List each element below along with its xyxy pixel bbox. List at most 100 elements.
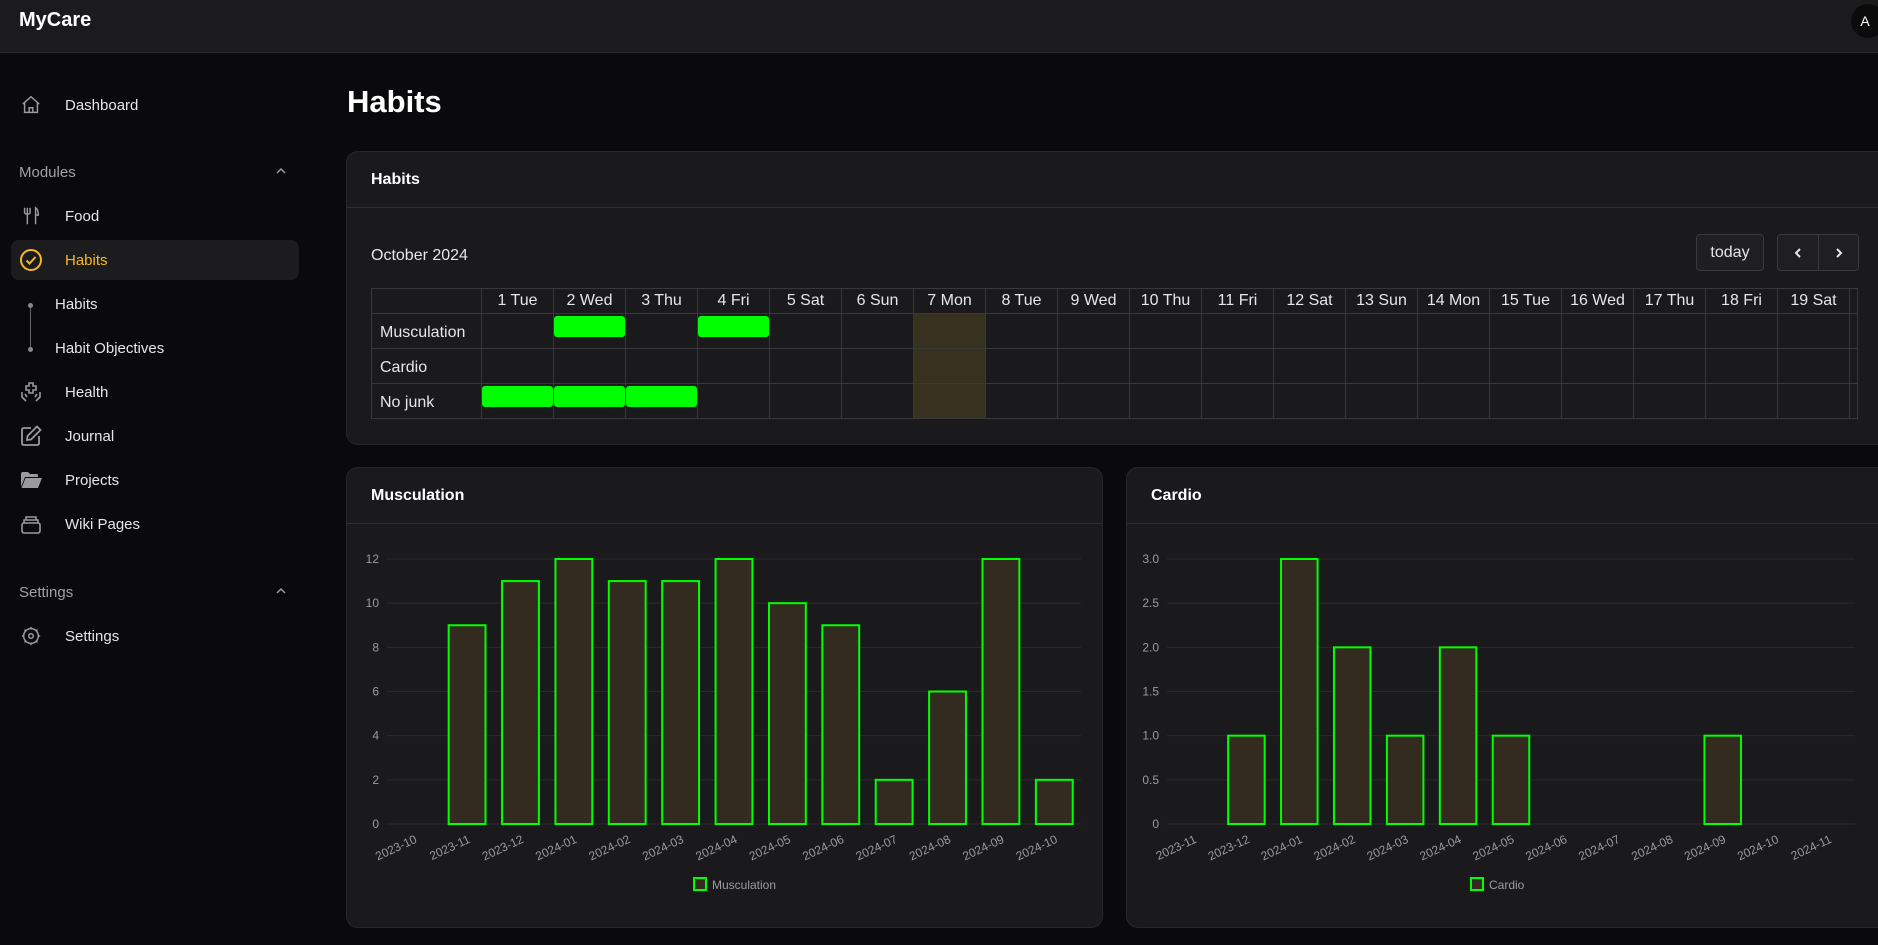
sidebar-item-habits[interactable]: Habits (11, 240, 299, 280)
bar[interactable] (1034, 778, 1074, 825)
habit-day-cell[interactable] (1633, 383, 1706, 419)
habit-day-cell[interactable] (481, 383, 554, 419)
habit-day-cell[interactable] (697, 348, 770, 384)
bar[interactable] (501, 580, 540, 826)
sidebar-subitem-habits[interactable]: Habits (55, 296, 98, 313)
bar[interactable] (447, 624, 487, 825)
avatar[interactable]: A (1851, 4, 1878, 38)
habit-day-cell[interactable] (1057, 383, 1130, 419)
habit-day-cell[interactable] (1561, 313, 1634, 349)
legend-label[interactable]: Cardio (1489, 878, 1525, 892)
bar[interactable] (1280, 558, 1319, 825)
habit-day-cell[interactable] (841, 313, 914, 349)
legend-label[interactable]: Musculation (712, 878, 776, 892)
habit-day-cell[interactable] (697, 383, 770, 419)
habit-day-cell[interactable] (1777, 313, 1850, 349)
sidebar-item-settings[interactable]: Settings (11, 616, 299, 656)
habit-day-cell[interactable] (481, 348, 554, 384)
prev-button[interactable] (1777, 234, 1819, 271)
legend-swatch[interactable] (1470, 877, 1484, 891)
habit-day-cell[interactable] (1705, 313, 1778, 349)
habit-day-cell[interactable] (913, 383, 986, 419)
legend-swatch[interactable] (693, 877, 707, 891)
habit-day-cell[interactable] (1273, 348, 1346, 384)
bar[interactable] (661, 580, 701, 826)
habit-day-cell[interactable] (913, 348, 986, 384)
bar[interactable] (554, 558, 594, 825)
habit-day-cell[interactable] (625, 383, 698, 419)
habit-day-cell[interactable] (1489, 383, 1562, 419)
habit-day-cell[interactable] (769, 348, 842, 384)
habit-done-marker[interactable] (698, 316, 769, 337)
habit-day-cell[interactable] (1129, 313, 1202, 349)
habit-day-cell[interactable] (985, 313, 1058, 349)
bar[interactable] (928, 690, 967, 825)
habit-day-cell[interactable] (1417, 348, 1490, 384)
bar[interactable] (1491, 734, 1531, 826)
habit-day-cell[interactable] (1345, 313, 1418, 349)
habit-day-cell[interactable] (1345, 348, 1418, 384)
habit-day-cell[interactable] (1705, 348, 1778, 384)
habit-day-cell[interactable] (1129, 383, 1202, 419)
habit-day-cell[interactable] (841, 348, 914, 384)
sidebar-item-health[interactable]: Health (11, 372, 299, 412)
habit-day-cell[interactable] (985, 383, 1058, 419)
bar[interactable] (874, 778, 914, 825)
habit-day-cell[interactable] (625, 313, 698, 349)
habit-day-cell[interactable] (1561, 383, 1634, 419)
bar[interactable] (1385, 734, 1425, 826)
bar[interactable] (1227, 734, 1266, 826)
sidebar-item-food[interactable]: Food (11, 196, 299, 236)
habit-day-cell[interactable] (625, 348, 698, 384)
habit-done-marker[interactable] (626, 386, 697, 407)
brand-logo[interactable]: MyCare (19, 9, 91, 32)
chevron-up-icon[interactable] (274, 164, 288, 178)
habit-done-marker[interactable] (554, 316, 625, 337)
habit-done-marker[interactable] (554, 386, 625, 407)
habit-day-cell[interactable] (1201, 348, 1274, 384)
habit-day-cell[interactable] (769, 383, 842, 419)
habit-day-cell[interactable] (769, 313, 842, 349)
chevron-up-icon[interactable] (274, 584, 288, 598)
habit-day-cell[interactable] (985, 348, 1058, 384)
habit-day-cell[interactable] (1201, 313, 1274, 349)
habit-day-cell[interactable] (1273, 383, 1346, 419)
habit-day-cell[interactable] (553, 383, 626, 419)
habit-day-cell[interactable] (1777, 383, 1850, 419)
bar[interactable] (981, 558, 1021, 825)
sidebar-subitem-habit-objectives[interactable]: Habit Objectives (55, 340, 164, 357)
habit-day-cell[interactable] (553, 348, 626, 384)
habit-day-cell[interactable] (553, 313, 626, 349)
today-button[interactable]: today (1696, 234, 1764, 271)
habit-day-cell[interactable] (1201, 383, 1274, 419)
habit-day-cell[interactable] (1633, 348, 1706, 384)
sidebar-item-journal[interactable]: Journal (11, 416, 299, 456)
habit-day-cell[interactable] (1417, 383, 1490, 419)
bar[interactable] (1332, 646, 1372, 826)
habit-day-cell[interactable] (697, 313, 770, 349)
habit-day-cell[interactable] (1633, 313, 1706, 349)
bar[interactable] (714, 558, 754, 825)
habit-day-cell[interactable] (1705, 383, 1778, 419)
sidebar-item-wiki-pages[interactable]: Wiki Pages (11, 504, 299, 544)
habit-day-cell[interactable] (1057, 313, 1130, 349)
habit-day-cell[interactable] (1057, 348, 1130, 384)
bar[interactable] (767, 602, 807, 825)
habit-day-cell[interactable] (1417, 313, 1490, 349)
bar[interactable] (607, 580, 647, 826)
habit-done-marker[interactable] (482, 386, 553, 407)
next-button[interactable] (1818, 234, 1859, 271)
habit-day-cell[interactable] (1489, 313, 1562, 349)
habit-day-cell[interactable] (1345, 383, 1418, 419)
habit-day-cell[interactable] (1561, 348, 1634, 384)
habit-day-cell[interactable] (1489, 348, 1562, 384)
bar[interactable] (1438, 646, 1478, 826)
habit-day-cell[interactable] (481, 313, 554, 349)
habit-day-cell[interactable] (913, 313, 986, 349)
habit-day-cell[interactable] (1273, 313, 1346, 349)
bar[interactable] (821, 624, 861, 825)
sidebar-item-dashboard[interactable]: Dashboard (11, 85, 299, 125)
habit-day-cell[interactable] (1129, 348, 1202, 384)
bar[interactable] (1703, 734, 1742, 826)
habit-day-cell[interactable] (1777, 348, 1850, 384)
